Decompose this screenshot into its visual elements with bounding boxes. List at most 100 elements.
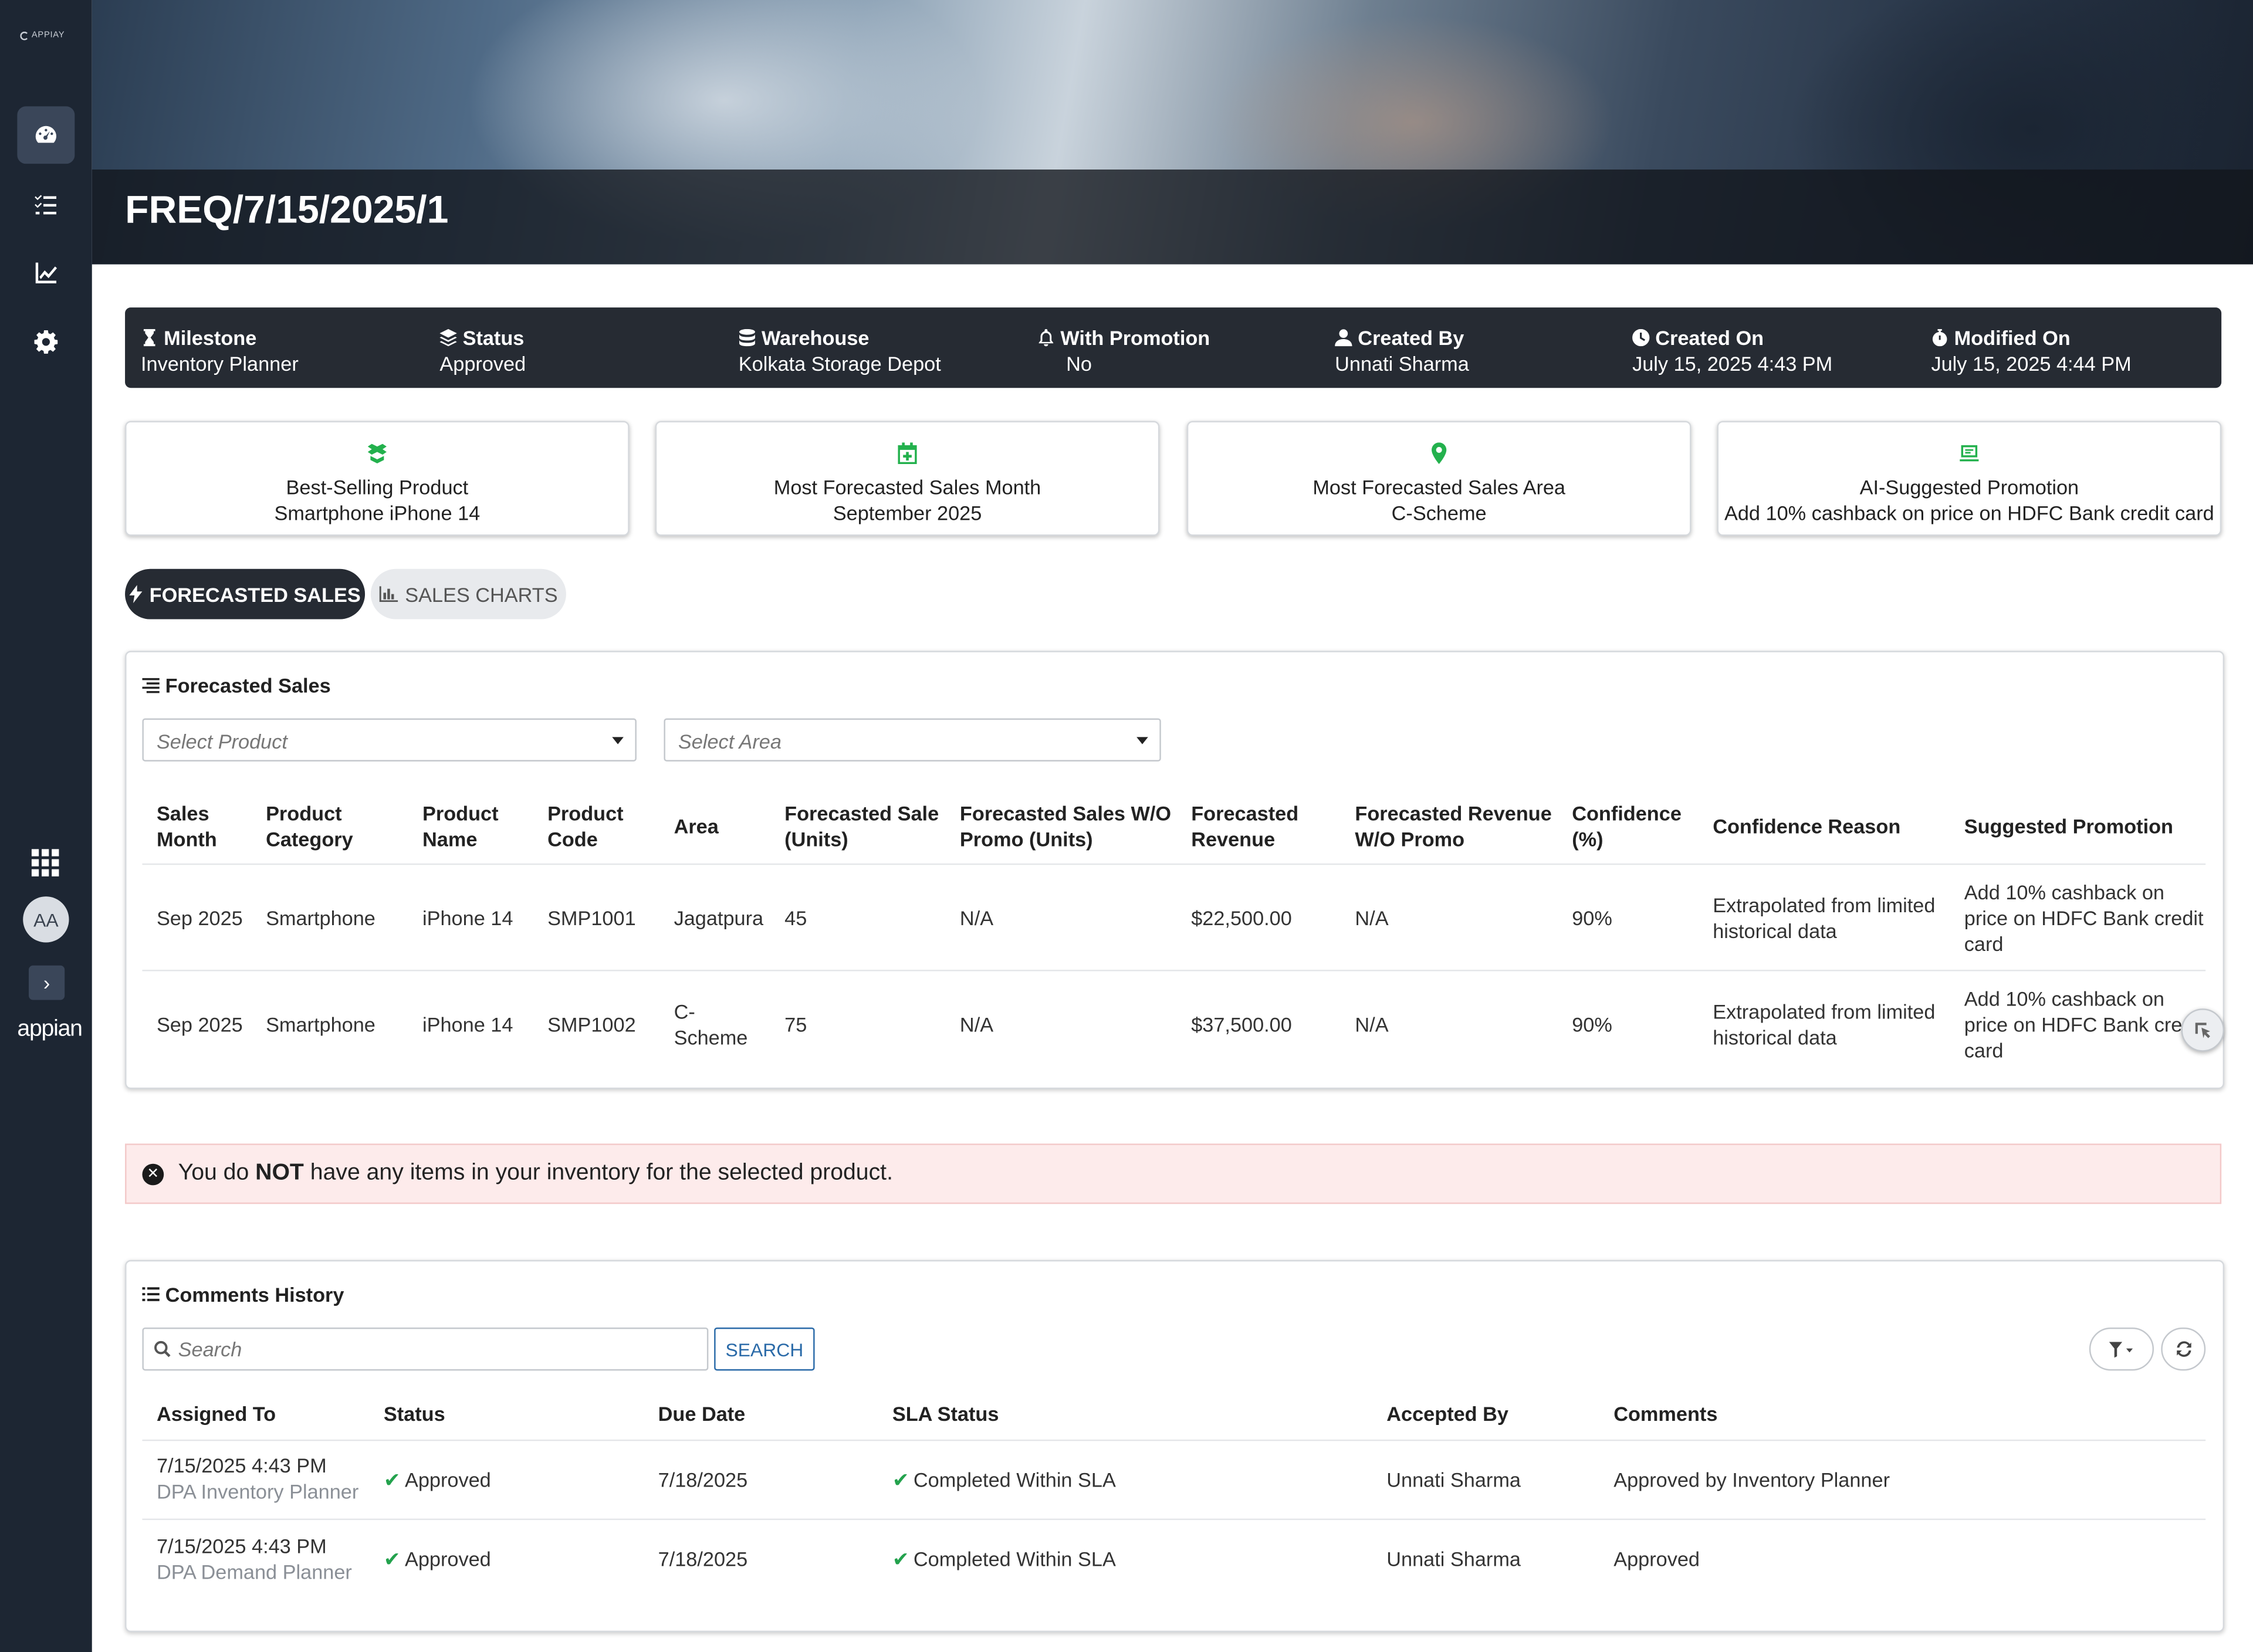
stopwatch-icon [1932, 329, 1947, 347]
col-header-product-code[interactable]: Product Code [547, 800, 624, 852]
cell-accepted-by: Unnati Sharma [1386, 1468, 1521, 1492]
refresh-icon [2176, 1341, 2191, 1357]
dashboard-icon [35, 126, 57, 143]
search-icon [154, 1340, 171, 1358]
database-icon [739, 329, 755, 347]
cell-status: ✔ Approved [383, 1468, 491, 1492]
select-product-dropdown[interactable]: Select Product [142, 718, 637, 761]
cell-forecasted-revenue-wo-promo: N/A [1355, 1013, 1389, 1036]
info-milestone: Milestone Inventory Planner [141, 326, 299, 375]
refresh-button[interactable] [2161, 1327, 2206, 1371]
cell-forecasted-revenue-wo-promo: N/A [1355, 906, 1389, 930]
inventory-alert: ✕ You do NOT have any items in your inve… [125, 1143, 2222, 1204]
map-pin-icon [1432, 442, 1447, 465]
cell-product-category: Smartphone [266, 906, 376, 930]
layers-icon [439, 329, 457, 347]
search-button[interactable]: SEARCH [714, 1327, 815, 1371]
nav-settings[interactable] [17, 313, 75, 371]
cell-area: C- Scheme [674, 1000, 748, 1049]
settings-gear-icon [34, 330, 58, 354]
col-header-status[interactable]: Status [384, 1401, 445, 1427]
floating-select-button[interactable] [2181, 1008, 2225, 1052]
bar-chart-icon [379, 586, 398, 602]
list-lines-icon [142, 678, 160, 693]
error-circle-icon: ✕ [142, 1163, 164, 1185]
appian-brand: appian [17, 1017, 83, 1042]
app-launcher-icon[interactable] [31, 849, 60, 876]
cell-assigned-to: 7/15/2025 4:43 PM DPA Demand Planner [156, 1534, 352, 1583]
info-status: Status Approved [439, 326, 526, 375]
col-header-forecasted-revenue[interactable]: Forecasted Revenue [1191, 800, 1298, 852]
col-header-suggested-promotion[interactable]: Suggested Promotion [1964, 813, 2173, 839]
cell-forecasted-units-wo-promo: N/A [959, 1013, 994, 1036]
tab-sales-charts[interactable]: SALES CHARTS [370, 568, 566, 620]
logo-mark-icon [20, 31, 29, 40]
filter-icon [2108, 1341, 2132, 1358]
caret-down-icon [1136, 737, 1148, 744]
filter-dropdown-button[interactable] [2089, 1327, 2154, 1371]
app-logo[interactable]: APPIAY [20, 31, 65, 40]
kpi-card-most-forecasted-month: Most Forecasted Sales Month September 20… [655, 421, 1160, 536]
kpi-card-best-selling-product: Best-Selling Product Smartphone iPhone 1… [125, 421, 630, 536]
page-title: FREQ/7/15/2025/1 [125, 188, 449, 232]
lightning-icon [129, 585, 143, 604]
select-area-dropdown[interactable]: Select Area [664, 718, 1161, 761]
info-created-on: Created On July 15, 2025 4:43 PM [1632, 326, 1833, 375]
info-with-promotion: With Promotion No [1037, 324, 1210, 376]
cell-status: ✔ Approved [383, 1547, 491, 1570]
caret-down-icon [612, 737, 624, 744]
ai-screen-icon [1960, 445, 1979, 462]
cell-product-code: SMP1001 [547, 906, 636, 930]
bell-icon [1038, 329, 1054, 347]
analytics-chart-icon [35, 262, 57, 283]
forecasted-sales-title: Forecasted Sales [142, 674, 331, 697]
info-modified-on: Modified On July 15, 2025 4:44 PM [1931, 326, 2132, 375]
user-avatar[interactable]: AA [23, 896, 69, 943]
chevron-right-icon: › [43, 971, 50, 994]
cell-suggested-promotion: Add 10% cashback on price on HDFC Bank cr… [1964, 881, 2204, 956]
cell-forecasted-revenue: $22,500.00 [1191, 906, 1292, 930]
col-header-due-date[interactable]: Due Date [658, 1401, 746, 1427]
col-header-confidence[interactable]: Confidence (%) [1572, 800, 1682, 852]
comments-history-panel: Comments History Search SEARCH Assigned … [125, 1260, 2225, 1633]
col-header-forecasted-revenue-wo-promo[interactable]: Forecasted Revenue W/O Promo [1355, 800, 1551, 852]
comments-history-title: Comments History [142, 1283, 344, 1306]
nav-tasks[interactable] [17, 175, 75, 233]
col-header-product-name[interactable]: Product Name [422, 800, 499, 852]
col-header-accepted-by[interactable]: Accepted By [1386, 1401, 1508, 1427]
col-header-forecasted-sale-units[interactable]: Forecasted Sale (Units) [784, 800, 939, 852]
sidebar: APPIAY AA › appian [0, 0, 92, 1652]
calendar-plus-icon [898, 442, 917, 465]
cell-sla-status: ✔ Completed Within SLA [892, 1468, 1116, 1492]
cell-confidence: 90% [1572, 1013, 1612, 1036]
col-header-comments[interactable]: Comments [1613, 1401, 1717, 1427]
expand-sidebar-button[interactable]: › [28, 965, 65, 1000]
cursor-select-icon [2195, 1023, 2210, 1038]
box-icon [367, 444, 387, 463]
cell-sales-month: Sep 2025 [156, 1013, 243, 1036]
nav-analytics[interactable] [17, 244, 75, 302]
col-header-forecasted-sales-wo-promo[interactable]: Forecasted Sales W/O Promo (Units) [960, 800, 1171, 852]
col-header-product-category[interactable]: Product Category [266, 800, 353, 852]
cell-comments: Approved by Inventory Planner [1613, 1468, 1890, 1492]
check-icon: ✔ [383, 1547, 401, 1570]
cell-product-name: iPhone 14 [422, 906, 513, 930]
kpi-card-ai-suggested-promotion: AI-Suggested Promotion Add 10% cashback … [1717, 421, 2222, 536]
col-header-area[interactable]: Area [674, 813, 719, 839]
col-header-confidence-reason[interactable]: Confidence Reason [1713, 813, 1900, 839]
nav-dashboard[interactable] [17, 106, 75, 164]
cell-forecasted-units-wo-promo: N/A [959, 906, 994, 930]
forecasted-sales-panel: Forecasted Sales Select Product Select A… [125, 651, 2225, 1089]
hourglass-icon [143, 329, 155, 347]
col-header-sla-status[interactable]: SLA Status [892, 1401, 999, 1427]
col-header-assigned-to[interactable]: Assigned To [157, 1401, 276, 1427]
tab-forecasted-sales[interactable]: FORECASTED SALES [125, 568, 366, 620]
user-icon [1335, 329, 1352, 347]
col-header-sales-month[interactable]: Sales Month [157, 800, 217, 852]
check-icon: ✔ [892, 1468, 909, 1492]
app-page: APPIAY AA › appian FREQ/7/15/2025/1 Mile… [0, 0, 2253, 1652]
cell-forecasted-revenue: $37,500.00 [1191, 1013, 1292, 1036]
comments-search-input[interactable]: Search [142, 1327, 709, 1371]
check-icon: ✔ [892, 1547, 909, 1570]
list-icon [142, 1287, 160, 1301]
